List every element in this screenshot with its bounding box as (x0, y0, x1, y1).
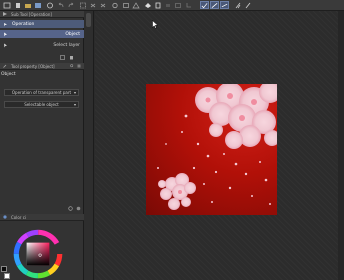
canvas-vertical-scrollbar[interactable] (338, 11, 344, 280)
property-footer-actions (68, 206, 81, 211)
scroll-thumb[interactable] (86, 13, 91, 27)
subtool-actions (60, 55, 74, 60)
redo-icon[interactable] (66, 1, 75, 9)
property-actions (70, 64, 81, 68)
ruler-icon[interactable] (210, 1, 219, 9)
create-subtool-icon[interactable] (60, 55, 65, 60)
grid-icon[interactable] (233, 1, 242, 9)
chevron-down-icon: ▾ (73, 90, 76, 95)
chevron-down-icon: ▾ (73, 102, 76, 107)
undo-icon[interactable] (56, 1, 65, 9)
shrink-selection-icon[interactable] (163, 1, 172, 9)
select-all-icon[interactable] (110, 1, 119, 9)
snap-to-ruler-icon[interactable] (220, 1, 229, 9)
selectable-object-label: Selectable object (24, 102, 59, 107)
color-panel-header: Color ci (0, 214, 84, 221)
color-panel-title: Color ci (11, 214, 27, 220)
menu-icon[interactable] (77, 64, 81, 68)
save-icon[interactable] (33, 1, 42, 9)
subtool-panel-header: Sub Tool [Operation] (0, 11, 84, 18)
operation-icon (4, 22, 7, 26)
panel-scrollbar[interactable] (84, 11, 94, 280)
reset-icon[interactable] (76, 206, 81, 211)
new-file-icon[interactable] (13, 1, 22, 9)
materials-icon[interactable] (45, 1, 54, 9)
deselect-icon[interactable] (121, 1, 130, 9)
subtool-icon (3, 12, 7, 16)
fill-icon[interactable] (143, 1, 152, 9)
mouse-cursor-icon (152, 20, 159, 29)
subtool-group-operation[interactable]: Operation (0, 20, 84, 28)
selectable-object-dropdown[interactable]: Selectable object ▾ (4, 101, 79, 108)
color-wheel[interactable] (8, 227, 68, 279)
subtool-select-layer-label: Select layer (53, 42, 80, 48)
select-layer-icon (4, 43, 7, 47)
invert-selection-icon[interactable] (131, 1, 140, 9)
select-icon[interactable] (173, 1, 182, 9)
color-wheel-icon (3, 215, 7, 219)
object-arrow-icon (4, 32, 7, 36)
tool-panel: Sub Tool [Operation] Operation Object Se… (0, 11, 84, 280)
artwork-canvas[interactable] (146, 84, 277, 215)
delete-icon[interactable] (98, 1, 107, 9)
transparent-part-label: Operation of transparent part (11, 90, 72, 95)
cherry-blossom-artwork (157, 84, 277, 210)
tool-property-title: Tool property [Object] (11, 63, 55, 69)
expand-selection-icon[interactable] (153, 1, 162, 9)
crop-icon[interactable] (184, 1, 193, 9)
sub-color-swatch[interactable] (4, 273, 10, 279)
subtool-object[interactable]: Object (0, 30, 84, 38)
trash-icon[interactable] (69, 55, 74, 60)
transform-icon[interactable] (78, 1, 87, 9)
settings-icon[interactable] (68, 206, 73, 211)
transparent-part-dropdown[interactable]: Operation of transparent part ▾ (4, 89, 79, 96)
subtool-group-label: Operation (12, 21, 35, 27)
subtool-panel-title: Sub Tool [Operation] (11, 11, 52, 17)
snap-icon[interactable] (200, 1, 209, 9)
clear-icon[interactable] (88, 1, 97, 9)
property-section-label: Object (1, 72, 16, 77)
main-color-swatch[interactable] (1, 266, 7, 272)
pen-icon[interactable] (243, 1, 252, 9)
subtool-select-layer[interactable]: Select layer (0, 41, 84, 49)
subtool-object-label: Object (65, 31, 80, 37)
clip-studio-icon[interactable] (2, 1, 11, 9)
command-bar (0, 0, 344, 11)
wrench-icon (3, 64, 7, 68)
open-file-icon[interactable] (23, 1, 32, 9)
search-icon[interactable] (70, 64, 74, 68)
